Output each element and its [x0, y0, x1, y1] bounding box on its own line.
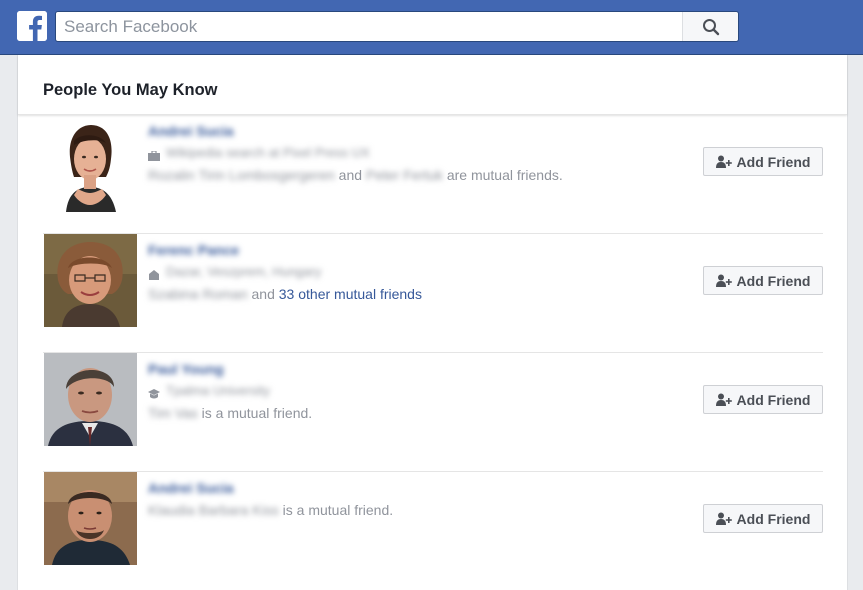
mutual-friend-name[interactable]: Szabina Roman [148, 286, 248, 302]
person-name[interactable]: Andrei Sucia [148, 480, 234, 496]
house-icon [148, 268, 160, 280]
search-button[interactable] [682, 12, 738, 41]
mutual-joiner: and [251, 286, 275, 302]
person-name[interactable]: Paul Young [148, 361, 224, 377]
mutual-suffix: is a mutual friend. [282, 502, 394, 518]
other-mutual-friends-link[interactable]: 33 other mutual friends [279, 286, 422, 302]
facebook-logo-icon[interactable] [17, 11, 47, 41]
people-you-may-know-panel: People You May Know Andrei Sucia Wikiped… [17, 55, 848, 590]
mutual-friends: Tim Vas is a mutual friend. [148, 405, 312, 421]
add-friend-button[interactable]: Add Friend [703, 266, 823, 295]
person-detail: Dazar, Veszprem, Hungary [148, 264, 322, 280]
add-friend-label: Add Friend [736, 272, 811, 289]
mutual-friends: Rozalin Tirin Lombosgergeren and Peter F… [148, 167, 563, 183]
search-input[interactable] [56, 12, 682, 41]
person-detail: Tpalma University [148, 383, 271, 399]
mutual-suffix: are mutual friends. [446, 167, 563, 183]
profile-photo[interactable] [44, 119, 137, 212]
top-navigation-bar [0, 0, 863, 55]
mutual-suffix: is a mutual friend. [201, 405, 313, 421]
search-icon [703, 19, 720, 36]
mutual-friend-name[interactable]: Tim Vas [148, 405, 198, 421]
add-friend-icon [715, 512, 732, 525]
add-friend-label: Add Friend [736, 153, 811, 170]
mutual-friends: Klaudia Barbara Kiss is a mutual friend. [148, 502, 393, 518]
mutual-friend-name[interactable]: Rozalin Tirin Lombosgergeren [148, 167, 335, 183]
panel-title: People You May Know [43, 81, 218, 99]
person-name[interactable]: Andrei Sucia [148, 123, 234, 139]
person-detail-text: Dazar, Veszprem, Hungary [166, 264, 322, 279]
add-friend-button[interactable]: Add Friend [703, 147, 823, 176]
add-friend-icon [715, 155, 732, 168]
add-friend-label: Add Friend [736, 391, 811, 408]
mutual-friend-name[interactable]: Klaudia Barbara Kiss [148, 502, 279, 518]
mutual-friend-name[interactable]: Peter Fertuk [366, 167, 443, 183]
add-friend-button[interactable]: Add Friend [703, 385, 823, 414]
suggestion-row: Paul Young Tpalma University Tim Vas is … [43, 353, 823, 472]
person-detail-text: Tpalma University [166, 383, 271, 398]
suggestion-row: Ferenc Pance Dazar, Veszprem, Hungary Sz… [43, 234, 823, 353]
person-name[interactable]: Ferenc Pance [148, 242, 239, 258]
panel-header: People You May Know [18, 55, 847, 115]
briefcase-icon [148, 149, 160, 161]
add-friend-icon [715, 274, 732, 287]
person-detail-text: Wikipedia search at Pixel Press UX [166, 145, 370, 160]
suggestion-row: Andrei Sucia Klaudia Barbara Kiss is a m… [43, 472, 823, 590]
add-friend-button[interactable]: Add Friend [703, 504, 823, 533]
profile-photo[interactable] [44, 472, 137, 565]
search-box [55, 11, 739, 42]
person-detail: Wikipedia search at Pixel Press UX [148, 145, 370, 161]
graduation-cap-icon [148, 387, 160, 399]
mutual-joiner: and [338, 167, 363, 183]
add-friend-label: Add Friend [736, 510, 811, 527]
profile-photo[interactable] [44, 234, 137, 327]
add-friend-icon [715, 393, 732, 406]
suggestion-row: Andrei Sucia Wikipedia search at Pixel P… [43, 115, 823, 234]
mutual-friends: Szabina Roman and 33 other mutual friend… [148, 286, 422, 302]
profile-photo[interactable] [44, 353, 137, 446]
